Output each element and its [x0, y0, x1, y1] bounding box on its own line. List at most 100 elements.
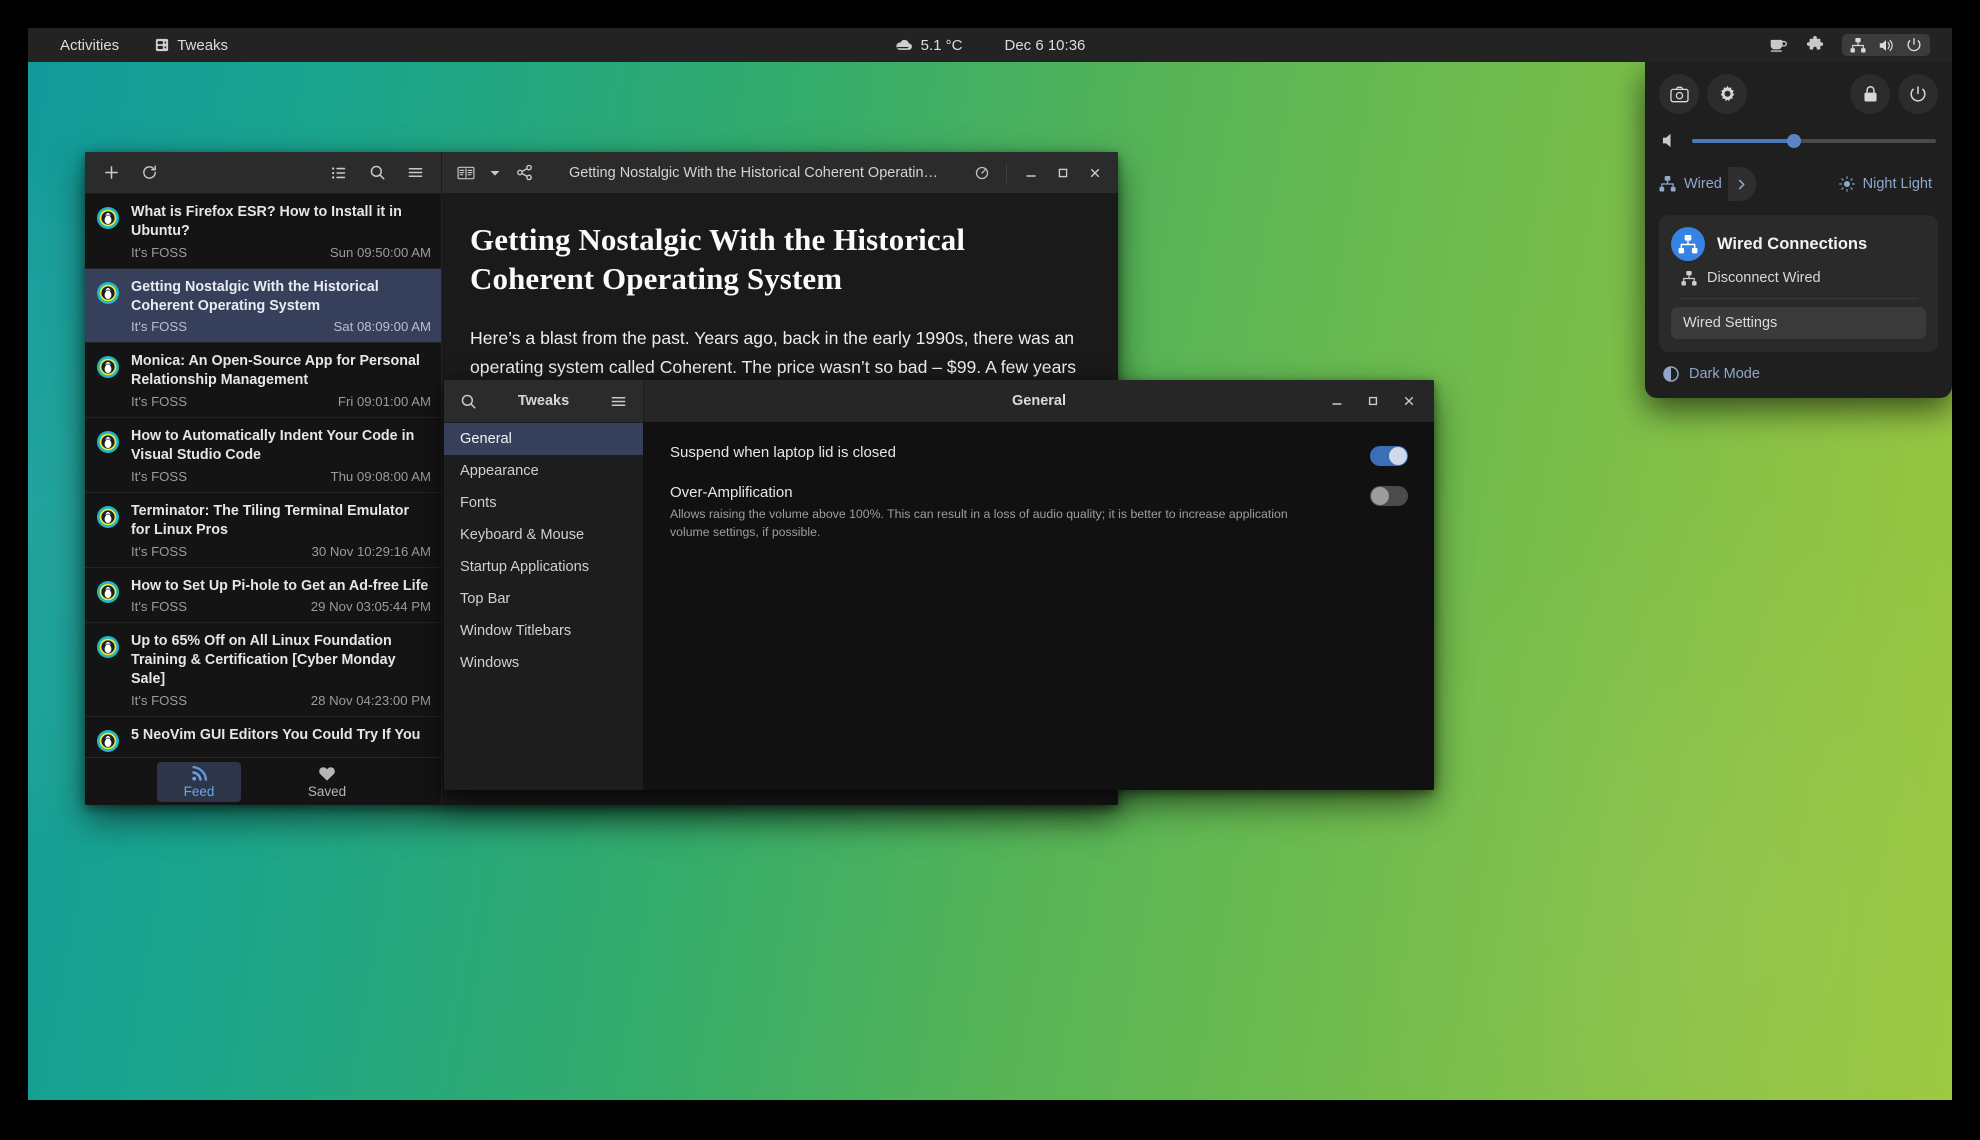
- list-item-title: Monica: An Open-Source App for Personal …: [131, 352, 431, 390]
- cloud-icon: [895, 38, 913, 52]
- app-menu-label: Tweaks: [177, 37, 228, 54]
- activities-button[interactable]: Activities: [52, 33, 127, 58]
- menu-icon[interactable]: [399, 158, 431, 188]
- over-amplification-toggle[interactable]: [1370, 486, 1408, 506]
- dark-mode-toggle[interactable]: Dark Mode: [1659, 366, 1938, 382]
- list-item[interactable]: Getting Nostalgic With the Historical Co…: [85, 269, 441, 344]
- sidebar-item-top-bar[interactable]: Top Bar: [444, 583, 643, 615]
- night-light-label: Night Light: [1863, 176, 1932, 192]
- search-icon[interactable]: [361, 158, 393, 188]
- volume-slider-row[interactable]: [1659, 132, 1938, 149]
- wired-network-icon: [1659, 176, 1676, 192]
- maximize-button[interactable]: [1048, 159, 1078, 187]
- lock-icon[interactable]: [1850, 74, 1890, 114]
- feed-source-icon: [96, 281, 120, 335]
- chevron-down-icon[interactable]: [484, 158, 506, 188]
- feed-list-scroll[interactable]: What is Firefox ESR? How to Install it i…: [85, 194, 441, 757]
- sidebar-item-general[interactable]: General: [444, 423, 643, 455]
- volume-icon[interactable]: [1661, 132, 1680, 149]
- tweaks-titlebar[interactable]: Tweaks General: [444, 380, 1434, 422]
- feed-source-icon: [96, 580, 120, 615]
- wired-quick-toggle[interactable]: Wired: [1659, 176, 1722, 192]
- setting-label: Suspend when laptop lid is closed: [670, 444, 1354, 461]
- sidebar-item-appearance[interactable]: Appearance: [444, 455, 643, 487]
- wired-expand-arrow-icon[interactable]: [1728, 167, 1756, 201]
- sidebar-item-startup-applications[interactable]: Startup Applications: [444, 551, 643, 583]
- suspend-lid-toggle[interactable]: [1370, 446, 1408, 466]
- settings-gear-icon[interactable]: [1707, 74, 1747, 114]
- wired-connections-panel: Wired Connections Disconnect Wired Wired…: [1659, 215, 1938, 352]
- coffee-cup-icon[interactable]: [1769, 37, 1788, 53]
- screenshot-icon[interactable]: [1659, 74, 1699, 114]
- feed-reader-titlebar[interactable]: Getting Nostalgic With the Historical Co…: [85, 152, 1118, 194]
- list-item[interactable]: Up to 65% Off on All Linux Foundation Tr…: [85, 623, 441, 717]
- maximize-button[interactable]: [1358, 387, 1388, 415]
- list-item-time: 30 Nov 10:29:16 AM: [312, 544, 432, 559]
- minimize-button[interactable]: [1322, 387, 1352, 415]
- refresh-icon[interactable]: [133, 158, 165, 188]
- tweaks-content-header: General: [644, 380, 1434, 422]
- tweaks-page-title: General: [1012, 393, 1066, 409]
- list-item-title: Getting Nostalgic With the Historical Co…: [131, 278, 431, 316]
- sidebar-item-windows[interactable]: Windows: [444, 647, 643, 679]
- sidebar-item-keyboard-mouse[interactable]: Keyboard & Mouse: [444, 519, 643, 551]
- add-feed-icon[interactable]: [95, 158, 127, 188]
- list-item-source: It's FOSS: [131, 469, 187, 484]
- feed-source-icon: [96, 355, 120, 409]
- feed-source-icon: [96, 729, 120, 757]
- dark-mode-label: Dark Mode: [1689, 366, 1760, 382]
- feed-source-icon: [96, 206, 120, 260]
- list-item-source: It's FOSS: [131, 319, 187, 334]
- wired-settings-label: Wired Settings: [1683, 315, 1777, 331]
- weather-indicator[interactable]: 5.1 °C: [895, 37, 963, 54]
- feed-reader-title: Getting Nostalgic With the Historical Co…: [542, 165, 965, 181]
- list-item-source: It's FOSS: [131, 544, 187, 559]
- volume-slider-knob[interactable]: [1787, 134, 1801, 148]
- sidebar-item-label: Keyboard & Mouse: [460, 527, 584, 543]
- toggle-knob: [1389, 447, 1407, 465]
- wired-settings-button[interactable]: Wired Settings: [1671, 307, 1926, 339]
- puzzle-piece-icon[interactable]: [1806, 36, 1824, 54]
- setting-row: Over-Amplification Allows raising the vo…: [670, 484, 1408, 542]
- sidebar-item-window-titlebars[interactable]: Window Titlebars: [444, 615, 643, 647]
- power-icon[interactable]: [1898, 74, 1938, 114]
- sync-icon[interactable]: [967, 159, 997, 187]
- feed-source-icon: [96, 430, 120, 484]
- sidebar-item-fonts[interactable]: Fonts: [444, 487, 643, 519]
- reader-mode-icon[interactable]: [450, 158, 482, 188]
- hamburger-menu-icon[interactable]: [603, 386, 635, 416]
- minimize-button[interactable]: [1016, 159, 1046, 187]
- search-icon[interactable]: [452, 386, 484, 416]
- disconnect-wired-item[interactable]: Disconnect Wired: [1671, 261, 1926, 295]
- top-bar-right: [1769, 34, 1952, 56]
- list-item[interactable]: What is Firefox ESR? How to Install it i…: [85, 194, 441, 269]
- system-status-button[interactable]: [1842, 34, 1930, 56]
- list-item[interactable]: Monica: An Open-Source App for Personal …: [85, 343, 441, 418]
- quick-toggle-row: Wired Night Light: [1659, 167, 1938, 201]
- tab-feed[interactable]: Feed: [157, 762, 241, 802]
- app-menu-button[interactable]: Tweaks: [147, 33, 236, 58]
- share-icon[interactable]: [508, 158, 540, 188]
- list-item[interactable]: How to Set Up Pi-hole to Get an Ad-free …: [85, 568, 441, 624]
- tweaks-window-buttons: [1322, 387, 1434, 415]
- list-item[interactable]: 5 NeoVim GUI Editors You Could Try If Yo…: [85, 717, 441, 757]
- volume-slider[interactable]: [1692, 139, 1936, 143]
- tweaks-window[interactable]: Tweaks General: [444, 380, 1434, 790]
- list-view-icon[interactable]: [323, 158, 355, 188]
- close-button[interactable]: [1394, 387, 1424, 415]
- close-button[interactable]: [1080, 159, 1110, 187]
- sidebar-item-label: Top Bar: [460, 591, 510, 607]
- tweaks-body: General Appearance Fonts Keyboard & Mous…: [444, 422, 1434, 790]
- list-item[interactable]: Terminator: The Tiling Terminal Emulator…: [85, 493, 441, 568]
- list-item-title: Up to 65% Off on All Linux Foundation Tr…: [131, 632, 431, 689]
- article-paragraph: Here’s a blast from the past. Years ago,…: [470, 324, 1088, 381]
- list-item[interactable]: How to Automatically Indent Your Code in…: [85, 418, 441, 493]
- system-menu[interactable]: Wired Night Light Wired Connections: [1645, 62, 1952, 398]
- list-item-source: It's FOSS: [131, 599, 187, 614]
- toggle-knob: [1371, 487, 1389, 505]
- list-item-title: 5 NeoVim GUI Editors You Could Try If Yo…: [131, 726, 431, 745]
- night-light-quick-toggle[interactable]: Night Light: [1839, 176, 1932, 192]
- tab-saved[interactable]: Saved: [285, 762, 369, 802]
- clock-button[interactable]: Dec 6 10:36: [1004, 37, 1085, 54]
- list-item-time: Sun 09:50:00 AM: [330, 245, 431, 260]
